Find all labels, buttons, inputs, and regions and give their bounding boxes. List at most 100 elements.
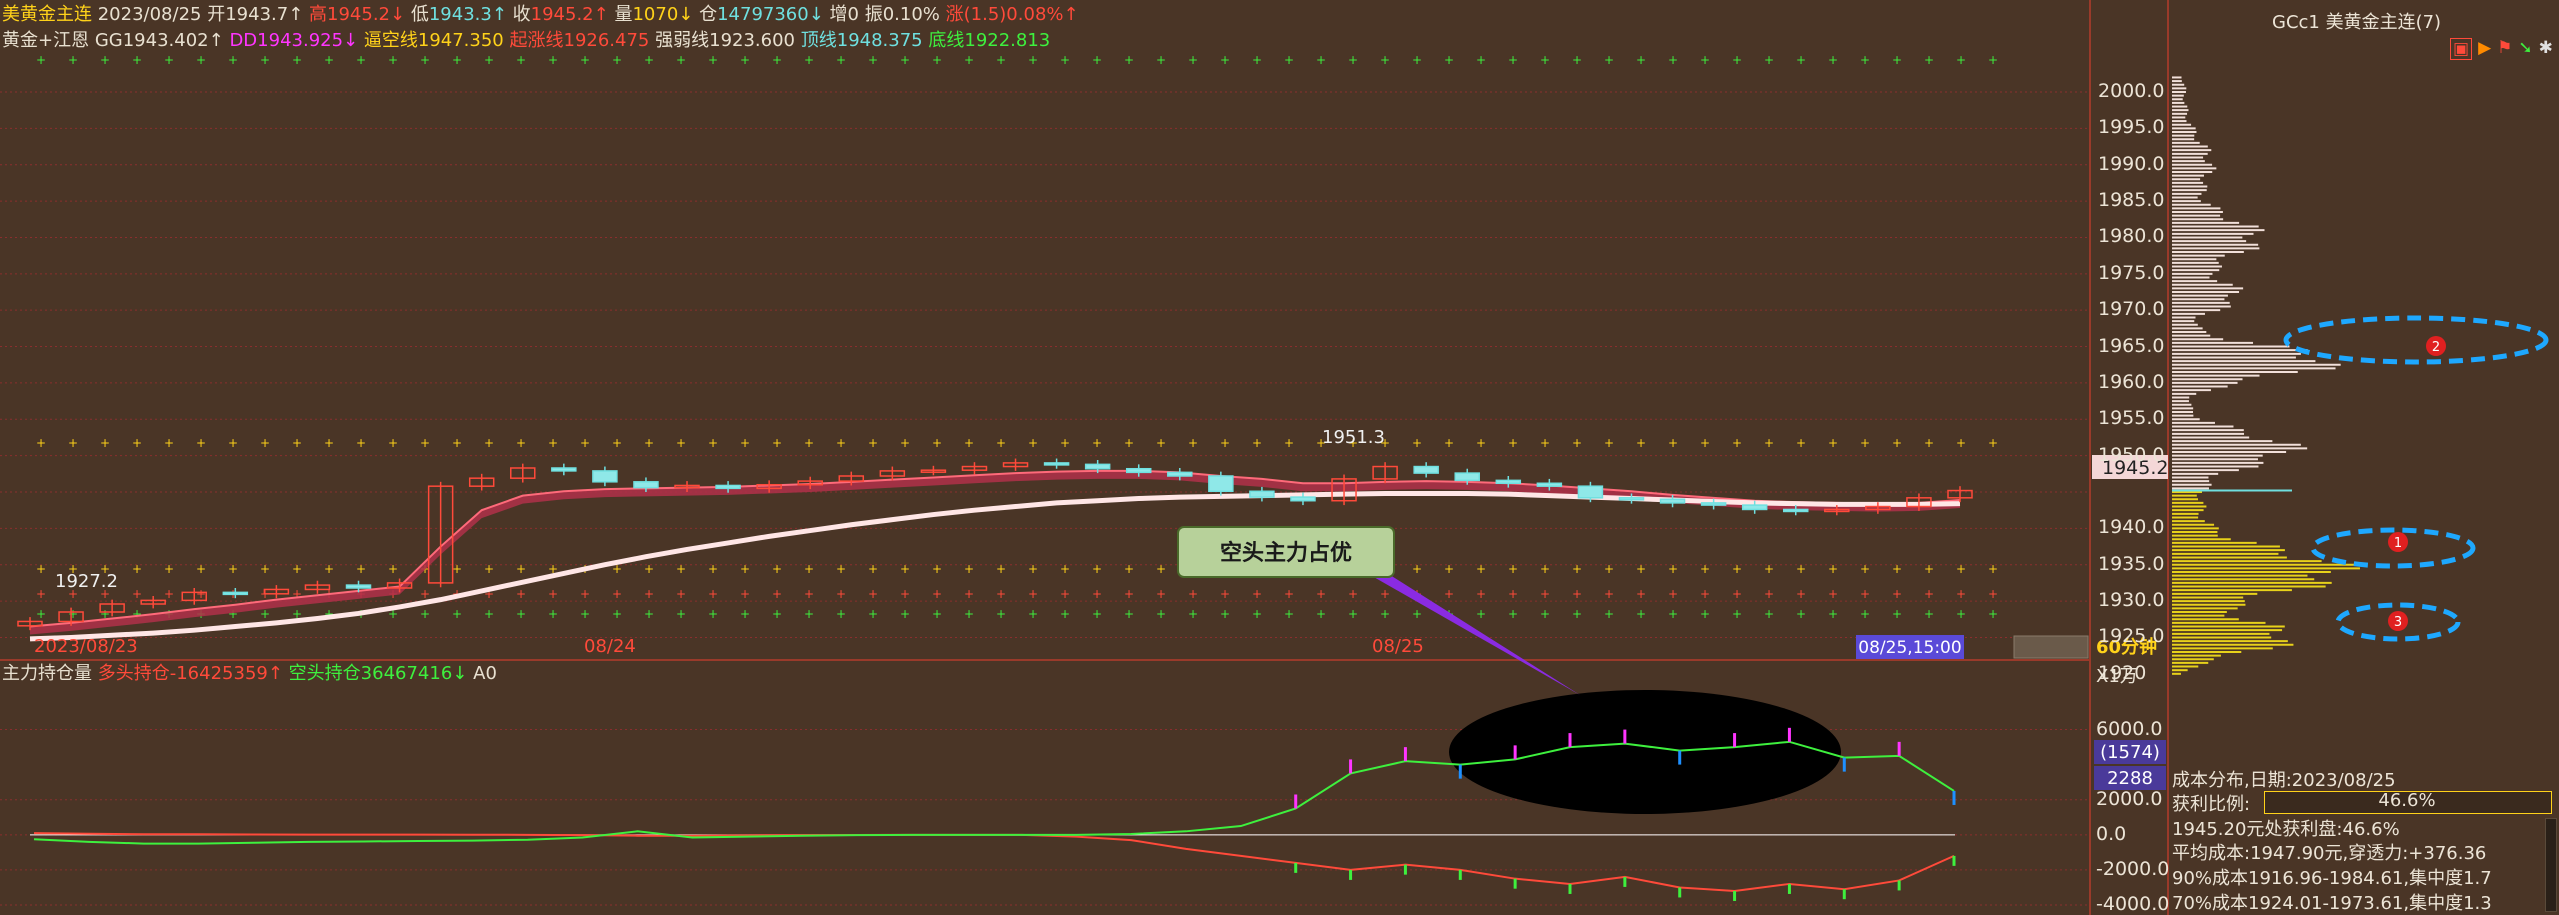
indicator-name: 黄金+江恩 xyxy=(2,30,90,51)
signal-plus: + xyxy=(292,53,302,67)
signal-plus: + xyxy=(772,436,782,450)
signal-plus: + xyxy=(548,607,558,621)
signal-plus: + xyxy=(740,436,750,450)
signal-plus: + xyxy=(1220,587,1230,601)
arrow-icon[interactable]: ➘ xyxy=(2518,38,2532,60)
signal-plus: + xyxy=(900,607,910,621)
signal-plus: + xyxy=(452,607,462,621)
signal-plus: + xyxy=(772,607,782,621)
signal-plus: + xyxy=(1732,562,1742,576)
signal-plus: + xyxy=(132,562,142,576)
signal-plus: + xyxy=(1700,587,1710,601)
signal-plus: + xyxy=(516,562,526,576)
signal-plus: + xyxy=(676,587,686,601)
top-label: 顶线 xyxy=(800,30,837,51)
signal-plus: + xyxy=(836,587,846,601)
lower-tick: 6000.0 xyxy=(2096,717,2163,740)
long-value: -16425359↑ xyxy=(169,663,283,684)
position-lines xyxy=(33,832,1956,901)
signal-plus: + xyxy=(484,53,494,67)
signal-plus: + xyxy=(932,562,942,576)
signal-plus: + xyxy=(1412,607,1422,621)
lower-tick: 2000.0 xyxy=(2096,787,2163,810)
scroll-thumb[interactable] xyxy=(2013,635,2089,659)
price-tick: 2000.0 xyxy=(2098,80,2165,102)
signal-plus: + xyxy=(836,607,846,621)
profit-ratio-label: 获利比例: xyxy=(2172,794,2251,815)
signal-plus: + xyxy=(1540,53,1550,67)
signal-plus: + xyxy=(1284,607,1294,621)
signal-plus: + xyxy=(804,562,814,576)
signal-plus: + xyxy=(164,562,174,576)
signal-plus: + xyxy=(36,562,46,576)
price-grid xyxy=(0,91,2090,638)
qr-value: 1923.600 xyxy=(709,30,796,51)
signal-plus: + xyxy=(964,587,974,601)
signal-plus: + xyxy=(1988,587,1998,601)
signal-plus: + xyxy=(1252,53,1262,67)
a-value: 0 xyxy=(485,663,497,684)
signal-plus: + xyxy=(1956,562,1966,576)
high-label: 1951.3 xyxy=(1322,427,1385,448)
price-tick: 1950.0 xyxy=(2098,443,2165,466)
candles xyxy=(17,458,1973,631)
signal-plus: + xyxy=(1284,53,1294,67)
signal-plus: + xyxy=(580,436,590,450)
signal-plus: + xyxy=(1508,562,1518,576)
play-icon[interactable]: ▶ xyxy=(2478,38,2491,60)
signal-plus: + xyxy=(1828,587,1838,601)
signal-plus: + xyxy=(1540,562,1550,576)
panel-scrollbar[interactable] xyxy=(2545,818,2557,912)
signal-plus: + xyxy=(1956,53,1966,67)
signal-plus: + xyxy=(356,436,366,450)
signal-plus: + xyxy=(1348,607,1358,621)
long-label: 多头持仓 xyxy=(97,663,170,684)
volume-profile xyxy=(2172,76,2360,675)
oi-value: 14797360↓ xyxy=(717,4,824,25)
ma-line-red xyxy=(29,469,1961,628)
signal-plus: + xyxy=(516,587,526,601)
ohlc-bar: 美黄金主连 2023/08/25 开1943.7↑ 高1945.2↓ 低1943… xyxy=(2,4,1079,26)
signal-plus: + xyxy=(1508,607,1518,621)
zone-marker-3-label: 3 xyxy=(2394,615,2402,630)
candle-body xyxy=(551,467,577,472)
signal-plus: + xyxy=(1796,53,1806,67)
signal-plus: + xyxy=(1252,436,1262,450)
signal-plus: + xyxy=(1924,587,1934,601)
signal-plus: + xyxy=(1508,436,1518,450)
signal-plus: + xyxy=(1572,53,1582,67)
lower-tick: -2000.0 xyxy=(2096,857,2170,880)
signal-plus: + xyxy=(1124,587,1134,601)
signal-plus: + xyxy=(1540,436,1550,450)
signal-plus: + xyxy=(324,436,334,450)
signal-plus: + xyxy=(1604,562,1614,576)
signal-plus: + xyxy=(484,607,494,621)
signal-plus: + xyxy=(1092,436,1102,450)
callout-text: 空头主力占优 xyxy=(1220,540,1352,566)
settings-icon[interactable]: ✱ xyxy=(2539,38,2553,60)
signal-plus: + xyxy=(772,53,782,67)
highlight-ellipse xyxy=(1449,690,1841,814)
signal-plus: + xyxy=(516,607,526,621)
vol-value: 1070↓ xyxy=(632,4,694,25)
signal-plus: + xyxy=(516,53,526,67)
signal-plus: + xyxy=(1348,53,1358,67)
signal-plus: + xyxy=(1988,562,1998,576)
signal-plus: + xyxy=(1060,607,1070,621)
signal-plus: + xyxy=(740,587,750,601)
signal-plus: + xyxy=(1412,436,1422,450)
signal-plus: + xyxy=(708,53,718,67)
signal-plus: + xyxy=(1444,587,1454,601)
flag-icon[interactable]: ⚑ xyxy=(2497,38,2512,60)
short-value: 36467416↓ xyxy=(360,663,468,684)
cost-dist-date: 成本分布,日期:2023/08/25 xyxy=(2172,770,2396,791)
signal-plus: + xyxy=(36,53,46,67)
signal-plus: + xyxy=(964,562,974,576)
bot-label: 底线 xyxy=(928,30,965,51)
qz-label: 起涨线 xyxy=(509,30,564,51)
signal-plus: + xyxy=(1316,53,1326,67)
signal-plus: + xyxy=(1156,53,1166,67)
signal-plus: + xyxy=(900,562,910,576)
mode-icon[interactable]: ▣ xyxy=(2450,38,2473,60)
chart-window: + + + + + + + + + + + + + + + + + + + + + + + + + + + + + + + + + + + + + + + +… xyxy=(0,0,2559,915)
